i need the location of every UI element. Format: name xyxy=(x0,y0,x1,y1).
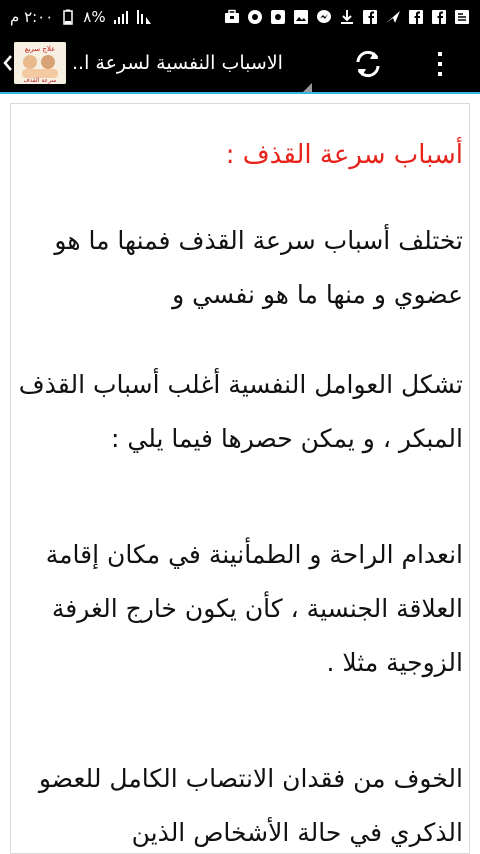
facebook-icon xyxy=(408,9,424,25)
battery-icon xyxy=(60,9,76,25)
article-heading: أسباب سرعة القذف : xyxy=(225,140,463,170)
article-paragraph: تشكل العوامل النفسية أغلب أسباب القذف ال… xyxy=(18,370,463,453)
app-logo[interactable]: علاج سريع سرعة القذف xyxy=(14,42,66,84)
notification-icon xyxy=(454,9,470,25)
refresh-icon xyxy=(356,50,380,78)
action-bar-divider xyxy=(0,92,480,94)
briefcase-icon xyxy=(224,9,240,25)
status-bar: ٢:٠٠ م %٨ xyxy=(0,0,480,34)
page-title[interactable]: الاسباب النفسية لسرعة ا.. xyxy=(72,42,310,84)
battery-percent: %٨ xyxy=(83,8,106,26)
messenger-icon xyxy=(316,9,332,25)
article-paragraph: الخوف من فقدان الانتصاب الكامل للعضو الذ… xyxy=(38,764,463,847)
logo-text-top: علاج سريع xyxy=(25,45,56,53)
status-bar-left: ٢:٠٠ م %٨ xyxy=(10,8,152,26)
refresh-button[interactable] xyxy=(348,48,388,80)
overflow-menu-button[interactable] xyxy=(424,48,456,80)
status-bar-right xyxy=(224,9,470,25)
spinner-indicator-icon xyxy=(302,78,312,93)
article-card[interactable]: أسباب سرعة القذف : تختلف أسباب سرعة القذ… xyxy=(10,103,470,854)
send-icon xyxy=(385,9,401,25)
signal-icon xyxy=(113,9,129,25)
status-time: ٢:٠٠ م xyxy=(10,8,54,26)
gallery-icon xyxy=(293,9,309,25)
more-vert-icon xyxy=(438,52,442,76)
chevron-left-icon[interactable] xyxy=(2,51,14,75)
action-bar: علاج سريع سرعة القذف الاسباب النفسية لسر… xyxy=(0,34,480,93)
facebook-icon xyxy=(362,9,378,25)
settings-icon xyxy=(270,9,286,25)
article-paragraph: انعدام الراحة و الطمأنينة في مكان إقامة … xyxy=(45,540,463,677)
logo-text-bottom: سرعة القذف xyxy=(24,77,57,84)
vpn-icon xyxy=(247,9,263,25)
wifi-icon xyxy=(136,9,152,25)
article-paragraph: تختلف أسباب سرعة القذف فمنها ما هو عضوي … xyxy=(54,226,463,309)
facebook-icon xyxy=(431,9,447,25)
download-icon xyxy=(339,9,355,25)
